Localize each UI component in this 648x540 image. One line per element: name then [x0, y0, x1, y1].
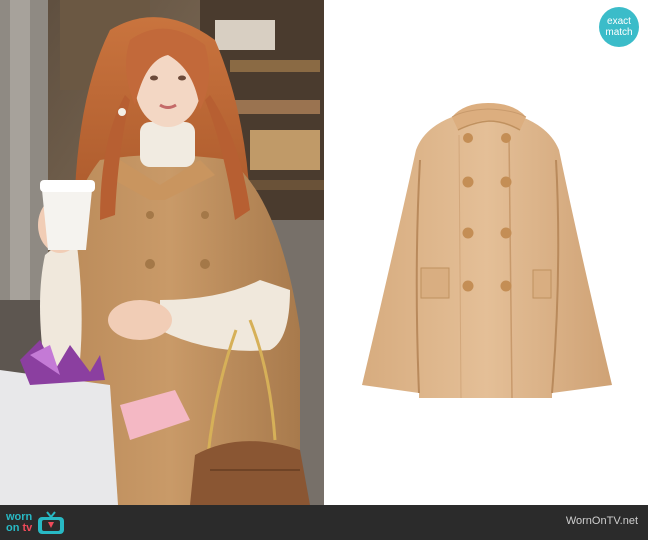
logo-tv: tv — [22, 522, 33, 534]
badge-line-2: match — [605, 27, 633, 38]
site-url[interactable]: WornOnTV.net — [566, 515, 638, 527]
logo-wordmark: worn on tv — [6, 512, 32, 534]
tv-icon — [38, 511, 65, 534]
badge-line-1: exact — [607, 16, 631, 27]
product-photo — [324, 0, 648, 505]
camel-cape-coat-image — [362, 103, 612, 399]
footer-bar: worn on tv WornOnTV.net — [0, 505, 648, 540]
wornontv-logo[interactable]: worn on tv — [6, 509, 66, 537]
scene-photo — [0, 0, 324, 505]
logo-on: on — [6, 522, 20, 534]
logo-on-row: on tv — [6, 523, 32, 534]
scene-illustration — [0, 0, 324, 505]
exact-match-badge: exact match — [599, 7, 639, 47]
